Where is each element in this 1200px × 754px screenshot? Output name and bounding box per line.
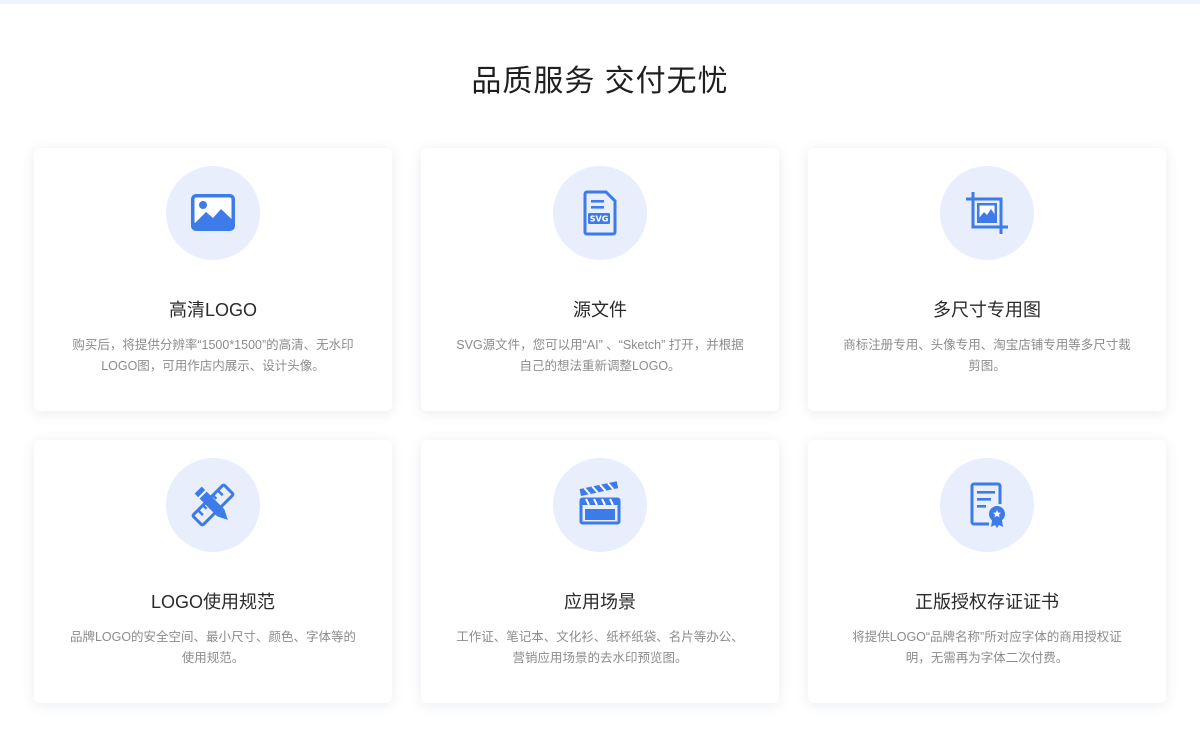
section-title: 品质服务 交付无忧 — [471, 65, 729, 98]
card-title: LOGO使用规范 — [150, 592, 275, 612]
icon-circle — [940, 166, 1034, 260]
icon-circle — [166, 166, 260, 260]
card-description: 工作证、笔记本、文化衫、纸杯纸袋、名片等办公、营销应用场景的去水印预览图。 — [456, 630, 744, 665]
icon-circle — [940, 458, 1034, 552]
image-icon — [188, 188, 238, 238]
service-grid: 高清LOGO 购买后，将提供分辨率“1500*1500”的高清、无水印LOGO图… — [34, 148, 1166, 703]
icon-circle — [166, 458, 260, 552]
service-card-logo-guidelines: LOGO使用规范 品牌LOGO的安全空间、最小尺寸、颜色、字体等的使用规范。 — [34, 440, 392, 703]
top-divider-strip — [0, 0, 1200, 4]
card-title: 高清LOGO — [168, 300, 257, 320]
service-card-multi-size: 多尺寸专用图 商标注册专用、头像专用、淘宝店铺专用等多尺寸裁剪图。 — [808, 148, 1166, 411]
icon-circle — [553, 458, 647, 552]
card-title: 正版授权存证证书 — [915, 592, 1059, 612]
card-title: 多尺寸专用图 — [933, 300, 1041, 320]
crop-image-icon — [962, 188, 1012, 238]
card-description: 将提供LOGO“品牌名称”所对应字体的商用授权证明，无需再为字体二次付费。 — [852, 630, 1122, 665]
svg-file-icon: SVG — [575, 188, 625, 238]
service-card-hd-logo: 高清LOGO 购买后，将提供分辨率“1500*1500”的高清、无水印LOGO图… — [34, 148, 392, 411]
service-card-scenarios: 应用场景 工作证、笔记本、文化衫、纸杯纸袋、名片等办公、营销应用场景的去水印预览… — [421, 440, 779, 703]
service-card-certificate: 正版授权存证证书 将提供LOGO“品牌名称”所对应字体的商用授权证明，无需再为字… — [808, 440, 1166, 703]
card-title: 源文件 — [573, 300, 627, 320]
card-description: 购买后，将提供分辨率“1500*1500”的高清、无水印LOGO图，可用作店内展… — [72, 338, 354, 373]
card-description: 品牌LOGO的安全空间、最小尺寸、颜色、字体等的使用规范。 — [69, 630, 357, 665]
card-title: 应用场景 — [564, 592, 636, 612]
ruler-pencil-icon — [188, 480, 238, 530]
icon-circle: SVG — [553, 166, 647, 260]
card-description: 商标注册专用、头像专用、淘宝店铺专用等多尺寸裁剪图。 — [843, 338, 1131, 373]
card-description: SVG源文件，您可以用“AI” 、“Sketch” 打开，并根据自己的想法重新调… — [456, 338, 744, 373]
svg-text:SVG: SVG — [590, 215, 609, 224]
service-card-source-file: SVG 源文件 SVG源文件，您可以用“AI” 、“Sketch” 打开，并根据… — [421, 148, 779, 411]
certificate-icon — [962, 480, 1012, 530]
clapperboard-icon — [575, 480, 625, 530]
